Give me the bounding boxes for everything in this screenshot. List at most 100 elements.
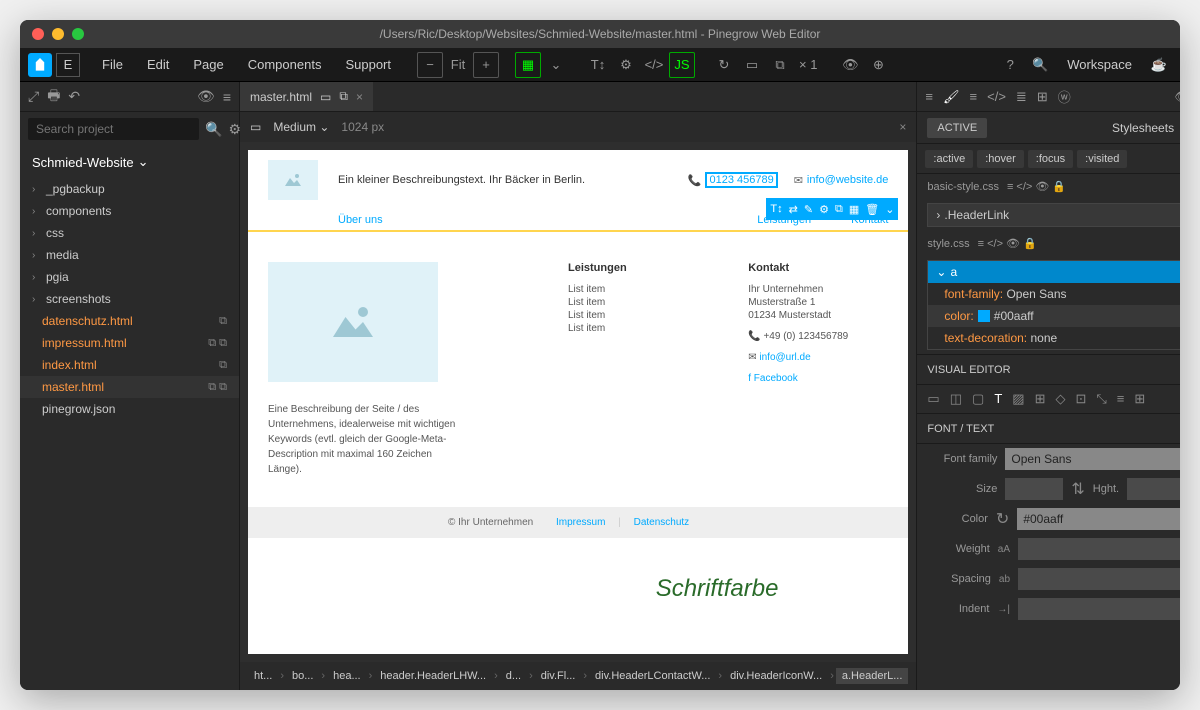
menu-file[interactable]: File (92, 53, 133, 76)
menu-page[interactable]: Page (183, 53, 233, 76)
tree-file[interactable]: impressum.html⧉ ⧉ (20, 332, 239, 354)
fit-label[interactable]: Fit (445, 52, 471, 78)
search-global-icon[interactable]: 🔍 (1027, 52, 1053, 78)
viewport-size[interactable]: Medium ⌄ (273, 120, 329, 134)
viewport-device-icon[interactable]: ▭ (250, 120, 261, 134)
sliders-icon[interactable]: ≡ (925, 89, 933, 104)
sel-link-icon[interactable]: ⚙ (819, 203, 829, 216)
tree-file[interactable]: index.html⧉ (20, 354, 239, 376)
ve-margin-icon[interactable]: ◫ (950, 391, 962, 407)
undo-icon[interactable]: ↶ (68, 88, 80, 105)
menu-edit[interactable]: Edit (137, 53, 179, 76)
bc-item[interactable]: hea... (327, 668, 367, 684)
sel-more-icon[interactable]: ⌄ (885, 203, 894, 216)
refresh-icon[interactable]: ↻ (711, 52, 737, 78)
refresh-icon[interactable]: ↻ (996, 509, 1009, 529)
bc-item[interactable]: div.Fl... (535, 668, 582, 684)
ve-box-icon[interactable]: ▭ (927, 391, 939, 407)
zoom-in-icon[interactable]: + (473, 52, 499, 78)
ve-text-icon[interactable]: T (994, 391, 1002, 407)
search-input[interactable] (28, 118, 199, 140)
layers-icon[interactable]: ≣ (1016, 89, 1027, 105)
chevron-down-icon[interactable]: ⌄ (1177, 151, 1180, 167)
sel-dup-icon[interactable]: ⧉ (835, 203, 843, 216)
css-file-1[interactable]: basic-style.css ≡ </> 👁 🔒 (917, 174, 1180, 199)
chevron-down-icon[interactable]: ⌄ (543, 52, 569, 78)
tab-master[interactable]: master.html ▭ ⧉ × (240, 82, 373, 111)
minimize-window-button[interactable] (52, 28, 64, 40)
ve-list-icon[interactable]: ≡ (1117, 391, 1125, 407)
tab-device-icon[interactable]: ▭ (320, 90, 331, 104)
font-family-input[interactable] (1005, 448, 1180, 470)
project-name[interactable]: Schmied-Website ⌄ (20, 146, 239, 178)
tree-file-selected[interactable]: master.html⧉ ⧉ (20, 376, 239, 398)
code2-icon[interactable]: </> (987, 89, 1006, 104)
workspace-menu[interactable]: Workspace (1057, 53, 1142, 76)
maximize-window-button[interactable] (72, 28, 84, 40)
close-window-button[interactable] (32, 28, 44, 40)
bug-icon[interactable]: ⚙ (613, 52, 639, 78)
target-icon[interactable]: ⊕ (865, 52, 891, 78)
ve-grid-icon[interactable]: ⊡ (1075, 391, 1086, 407)
tree-folder[interactable]: ›components (20, 200, 239, 222)
pseudo-hover[interactable]: :hover (977, 150, 1024, 168)
device-icon[interactable]: ▭ (739, 52, 765, 78)
bc-item-active[interactable]: a.HeaderL... (836, 668, 909, 684)
active-tab[interactable]: ACTIVE (927, 118, 987, 138)
ve-flex-icon[interactable]: ⊞ (1035, 391, 1046, 407)
prop-color[interactable]: color:#00aaff⋮ (928, 305, 1180, 327)
contact-email[interactable]: info@url.de (759, 352, 810, 363)
visibility-icon[interactable]: 👁 (837, 52, 863, 78)
bc-item[interactable]: d... (500, 668, 527, 684)
size-input[interactable] (1005, 478, 1063, 500)
spacing-input[interactable] (1018, 568, 1180, 590)
bc-item[interactable]: ht... (248, 668, 278, 684)
indent-input[interactable] (1018, 598, 1180, 620)
brush-icon[interactable]: 🖌 (943, 89, 960, 105)
list-icon[interactable]: ≡ (223, 89, 231, 105)
text-tool-icon[interactable]: T↕ (585, 52, 611, 78)
bc-item[interactable]: bo... (286, 668, 319, 684)
page-canvas[interactable]: Ein kleiner Beschreibungstext. Ihr Bäcke… (248, 150, 908, 654)
code-icon[interactable]: </> (641, 52, 667, 78)
font-text-section[interactable]: FONT / TEXT⌄ (917, 414, 1180, 444)
more-icon[interactable]: ⋮ (1177, 309, 1180, 323)
layout-icon[interactable]: ▦ (515, 52, 541, 78)
print-icon[interactable]: 🖶 (47, 85, 60, 109)
ve-bg-icon[interactable]: ▨ (1012, 391, 1024, 407)
tree-folder[interactable]: ›css (20, 222, 239, 244)
app-logo[interactable] (28, 53, 52, 77)
bc-item[interactable]: div.HeaderIconW... (724, 668, 828, 684)
zoom-out-icon[interactable]: − (417, 52, 443, 78)
tree-file[interactable]: pinegrow.json (20, 398, 239, 420)
visual-editor-header[interactable]: VISUAL EDITOR⌄⌄ (917, 354, 1180, 385)
sel-move-icon[interactable]: ⇄ (789, 203, 798, 216)
copy-icon[interactable]: ⧉ (767, 52, 793, 78)
menu-support[interactable]: Support (335, 53, 401, 76)
sel-text-icon[interactable]: T↕ (770, 203, 782, 215)
tab-window-icon[interactable]: ⧉ (339, 89, 348, 104)
rule-headerlink[interactable]: › .HeaderLink (928, 204, 1180, 226)
bc-item[interactable]: div.HeaderLContactW... (589, 668, 716, 684)
menu-components[interactable]: Components (238, 53, 332, 76)
rule-a-selected[interactable]: ⌄ a (928, 261, 1180, 283)
tree-folder[interactable]: ›_pgbackup (20, 178, 239, 200)
footer-impressum[interactable]: Impressum (556, 517, 605, 528)
search-icon[interactable]: 🔍 (205, 121, 222, 138)
hero-image-placeholder[interactable] (268, 262, 438, 382)
tab-close-icon[interactable]: × (356, 90, 363, 104)
eye2-icon[interactable]: 👁 (1174, 89, 1180, 105)
help-icon[interactable]: ? (997, 52, 1023, 78)
ve-pos-icon[interactable]: ◇ (1055, 391, 1065, 407)
eye-icon[interactable]: 👁 (197, 88, 215, 105)
viewport-close-icon[interactable]: × (899, 120, 906, 134)
pseudo-active[interactable]: :active (925, 150, 973, 168)
weight-input[interactable] (1018, 538, 1180, 560)
pseudo-visited[interactable]: :visited (1077, 150, 1127, 168)
ve-transform-icon[interactable]: ⤡ (1096, 391, 1106, 407)
plugin-icon[interactable]: ⊞ (1037, 89, 1048, 105)
list2-icon[interactable]: ≡ (970, 89, 978, 104)
e-toggle[interactable]: E (56, 53, 80, 77)
header-phone-link[interactable]: 0123 456789 (705, 172, 777, 188)
prop-font-family[interactable]: font-family: Open Sans (928, 283, 1180, 305)
